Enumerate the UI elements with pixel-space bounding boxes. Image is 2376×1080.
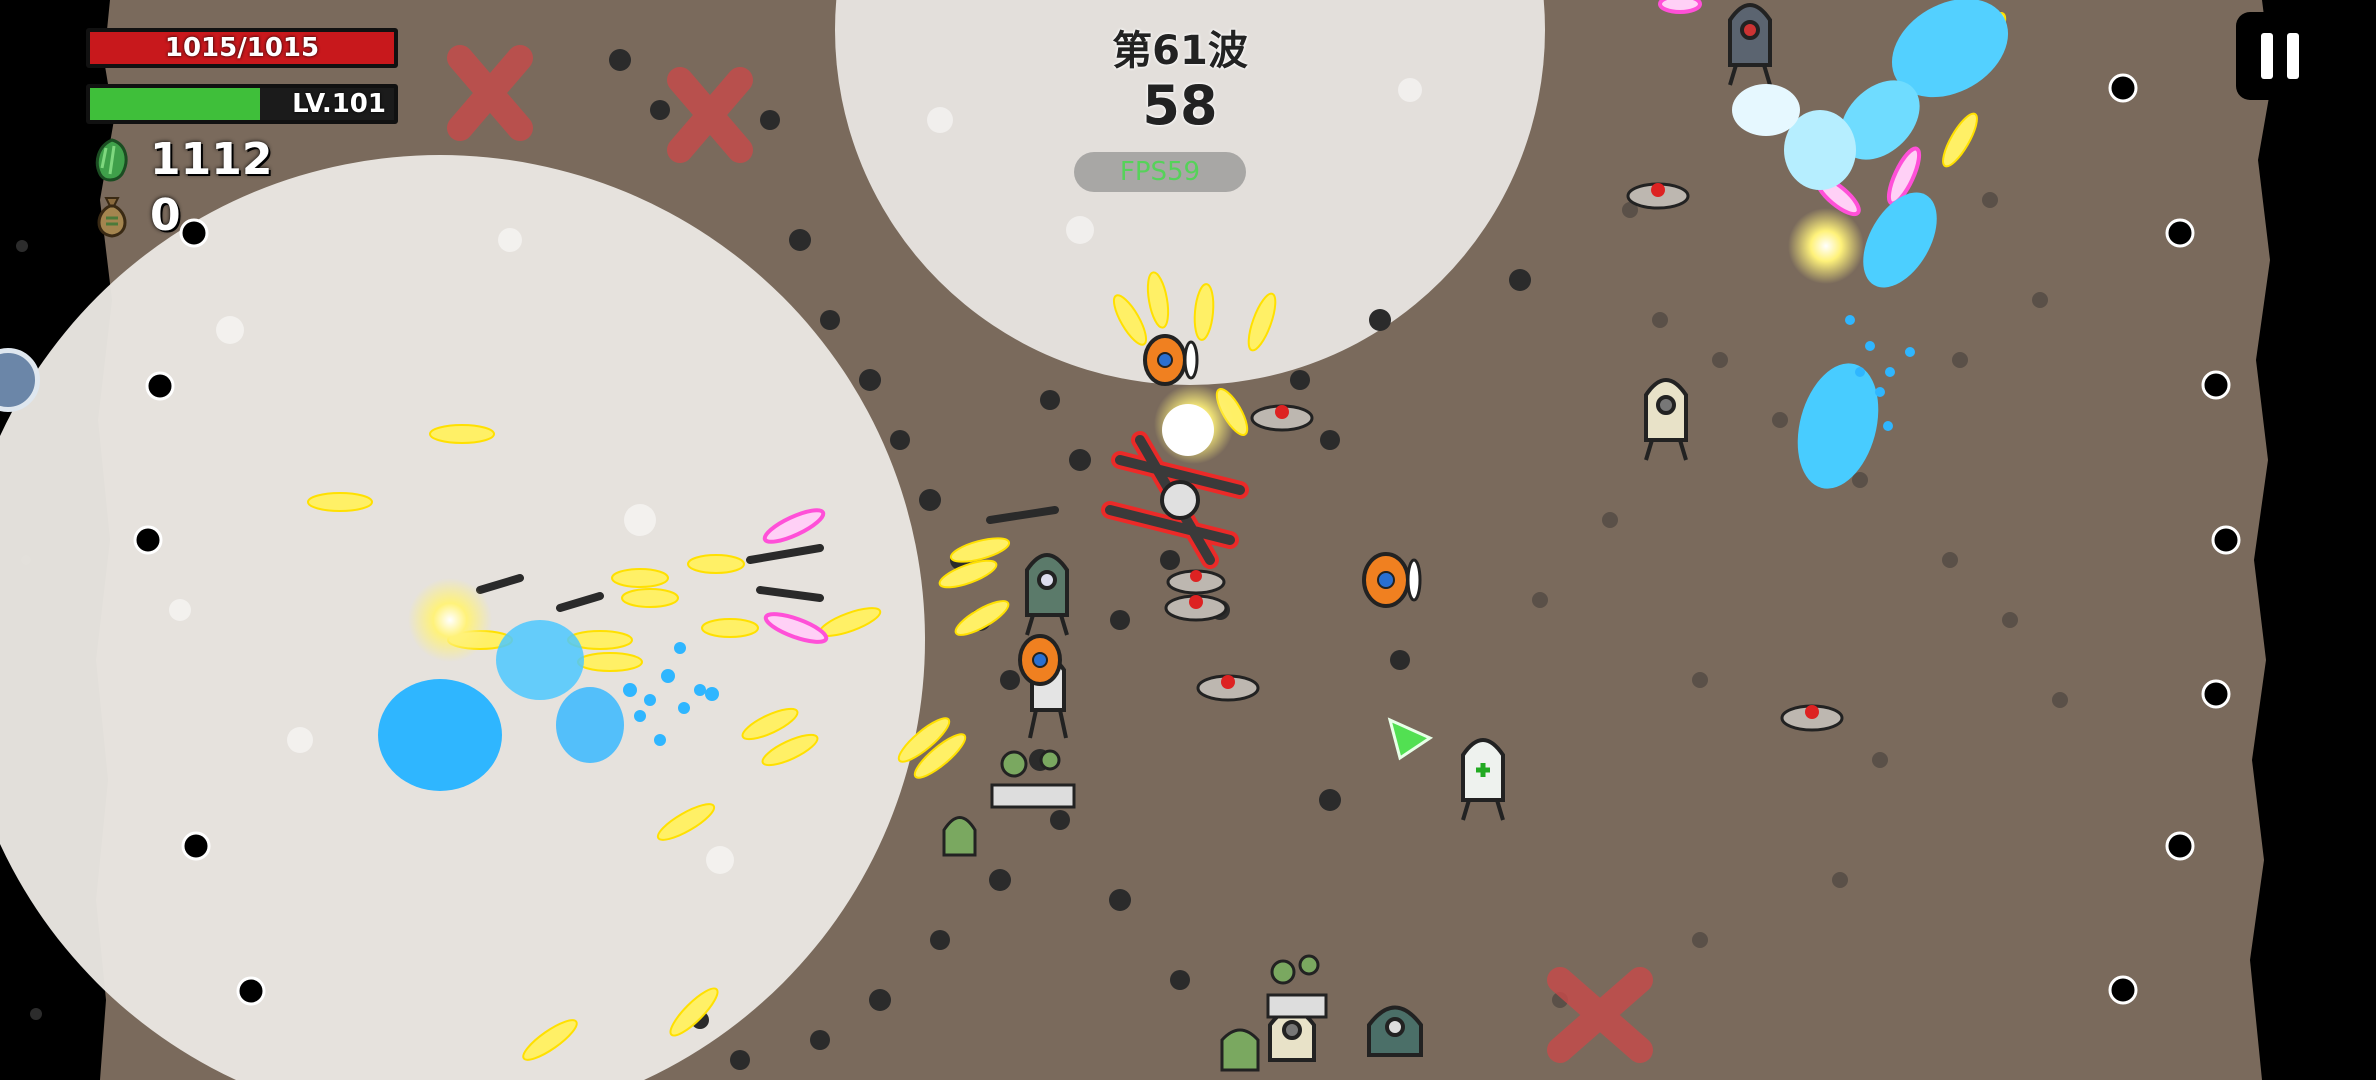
experience-fill [90, 88, 261, 120]
fps-counter: FPS59 [1074, 152, 1246, 192]
pause-icon [2287, 33, 2299, 79]
impact-flash [408, 578, 492, 662]
level-text: LV.101 [292, 89, 386, 119]
money-bag-icon [97, 196, 127, 238]
bag-counter: 0 [92, 190, 181, 241]
bag-count: 0 [150, 190, 181, 241]
pause-button[interactable] [2236, 12, 2324, 100]
gem-counter: 1112 [92, 134, 272, 185]
arena-right-wall [2250, 0, 2376, 1080]
game-viewport[interactable]: 1015/1015 LV.101 1112 0 第61波 58 FPS59 [0, 0, 2376, 1080]
impact-flash [1162, 404, 1214, 456]
green-gem-icon [95, 137, 128, 181]
wave-timer: 58 [1142, 74, 1218, 137]
gem-count: 1112 [150, 134, 273, 185]
experience-bar: LV.101 [86, 84, 398, 124]
health-text: 1015/1015 [164, 33, 320, 63]
pause-icon [2261, 33, 2273, 79]
wave-label: 第61波 [1112, 28, 1248, 74]
health-bar: 1015/1015 [86, 28, 398, 68]
impact-flash [1788, 208, 1864, 284]
